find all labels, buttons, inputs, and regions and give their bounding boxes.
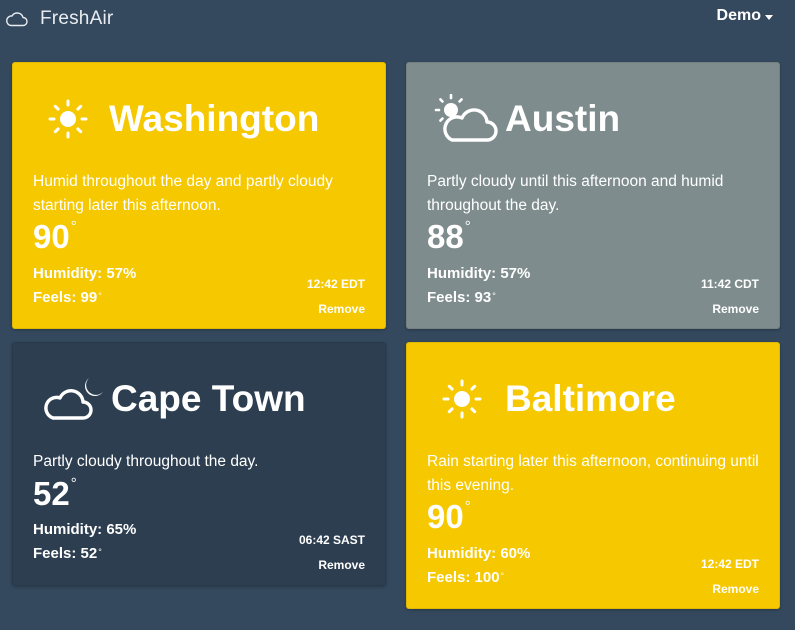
card-title: Baltimore bbox=[441, 373, 676, 425]
temperature-value: 90 bbox=[33, 218, 70, 255]
user-menu-label: Demo bbox=[716, 7, 761, 24]
degree-symbol: ° bbox=[98, 291, 102, 301]
city-name: Washington bbox=[109, 98, 320, 139]
degree-symbol: ° bbox=[98, 547, 102, 557]
weather-summary: Partly cloudy until this afternoon and h… bbox=[427, 173, 724, 214]
degree-symbol: ° bbox=[70, 218, 77, 235]
cloud-outline-icon bbox=[6, 11, 28, 27]
local-time: 12:42 EDT bbox=[306, 277, 365, 291]
weather-card-austin: Austin Partly cloudy until this afternoo… bbox=[406, 62, 780, 329]
sun-icon bbox=[48, 99, 88, 139]
local-time: 12:42 EDT bbox=[700, 557, 759, 571]
sun-icon bbox=[442, 379, 482, 419]
card-title: Cape Town bbox=[41, 373, 306, 425]
partly-cloudy-day-icon bbox=[434, 94, 498, 142]
humidity: Humidity: 57% bbox=[33, 265, 137, 282]
humidity: Humidity: 65% bbox=[33, 521, 137, 538]
feels-like: Feels: 100° bbox=[427, 569, 504, 586]
feels-like-value: Feels: 99 bbox=[33, 289, 98, 306]
humidity: Humidity: 57% bbox=[427, 265, 531, 282]
feels-like: Feels: 99° bbox=[33, 289, 102, 306]
temperature-value: 90 bbox=[427, 498, 464, 535]
temperature: 52° bbox=[33, 475, 77, 512]
temperature: 90° bbox=[427, 498, 471, 535]
city-name: Cape Town bbox=[111, 378, 306, 419]
city-name: Austin bbox=[505, 98, 621, 139]
app-brand[interactable]: FreshAir bbox=[6, 6, 113, 32]
degree-symbol: ° bbox=[464, 218, 471, 235]
degree-symbol: ° bbox=[500, 571, 505, 581]
remove-button[interactable]: Remove bbox=[712, 582, 759, 596]
temperature-value: 88 bbox=[427, 218, 464, 255]
local-time: 06:42 SAST bbox=[298, 533, 365, 547]
degree-symbol: ° bbox=[464, 498, 471, 515]
caret-down-icon bbox=[765, 14, 773, 20]
weather-summary: Rain starting later this afternoon, cont… bbox=[427, 453, 759, 494]
card-title: Washington bbox=[47, 93, 319, 145]
remove-button[interactable]: Remove bbox=[318, 558, 365, 572]
feels-like-value: Feels: 52 bbox=[33, 545, 98, 562]
weather-card-washington: Washington Humid throughout the day and … bbox=[12, 62, 386, 329]
weather-card-baltimore: Baltimore Rain starting later this after… bbox=[406, 342, 780, 609]
partly-cloudy-night-icon bbox=[44, 378, 103, 420]
local-time: 11:42 CDT bbox=[700, 277, 759, 291]
weather-summary: Humid throughout the day and partly clou… bbox=[33, 173, 333, 214]
user-menu-dropdown[interactable]: Demo bbox=[717, 7, 773, 25]
feels-like: Feels: 52° bbox=[33, 545, 102, 562]
feels-like-value: Feels: 100 bbox=[427, 569, 500, 586]
remove-button[interactable]: Remove bbox=[712, 302, 759, 316]
feels-like: Feels: 93° bbox=[427, 289, 496, 306]
weather-summary: Partly cloudy throughout the day. bbox=[33, 453, 259, 470]
degree-symbol: ° bbox=[70, 475, 77, 492]
city-name: Baltimore bbox=[505, 378, 676, 419]
temperature: 88° bbox=[427, 218, 471, 255]
humidity: Humidity: 60% bbox=[427, 545, 531, 562]
weather-card-cape-town: Cape Town Partly cloudy throughout the d… bbox=[12, 342, 386, 586]
degree-symbol: ° bbox=[492, 291, 496, 301]
navbar: FreshAir Demo bbox=[0, 0, 795, 40]
temperature-value: 52 bbox=[33, 475, 70, 512]
temperature: 90° bbox=[33, 218, 77, 255]
app-name: FreshAir bbox=[40, 8, 114, 29]
remove-button[interactable]: Remove bbox=[318, 302, 365, 316]
feels-like-value: Feels: 93 bbox=[427, 289, 492, 306]
card-title: Austin bbox=[431, 93, 620, 145]
